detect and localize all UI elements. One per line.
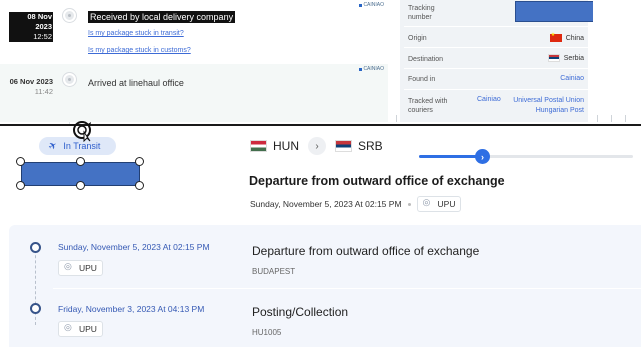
top-screenshot-section: 08 Nov 2023 12:52 Received by local deli… — [0, 0, 641, 125]
ruler-tick — [625, 115, 626, 122]
carrier-chip: UPU — [58, 321, 103, 337]
event-date: 08 Nov 2023 12:52 — [9, 12, 53, 42]
history-location: HU1005 — [252, 328, 282, 337]
cainiao-logo-icon — [359, 3, 363, 7]
timeline-dot — [63, 9, 76, 22]
tracking-history-list: Sunday, November 5, 2023 At 02:15 PM UPU… — [9, 225, 641, 347]
destination-value-text: Serbia — [563, 54, 584, 62]
ruler-tick — [597, 115, 598, 122]
found-in-link[interactable]: Cainiao — [560, 75, 584, 82]
ruler-tick — [611, 115, 612, 122]
event-date-text: 06 Nov 2023 — [9, 77, 53, 86]
flag-hu-icon — [250, 140, 267, 152]
status-badge-text: In Transit — [63, 141, 101, 151]
event-title: Received by local delivery company — [88, 11, 236, 23]
found-in-row: Found in Cainiao — [404, 70, 588, 90]
history-carrier: UPU — [58, 259, 103, 277]
origin-label: Origin — [408, 35, 427, 42]
event-time-text: 11:42 — [34, 87, 53, 96]
history-separator — [53, 288, 641, 289]
tracking-detail-section: ✈ In Transit HUN › SRB › Departure from … — [0, 121, 641, 347]
found-in-label: Found in — [408, 76, 436, 83]
event-row: 06 Nov 2023 11:42 Arrived at linehaul of… — [0, 64, 388, 122]
event-date: 06 Nov 2023 11:42 — [9, 77, 53, 97]
right-margin — [593, 0, 641, 125]
origin-value: China — [549, 32, 584, 42]
shipment-progress-bar: › — [419, 149, 633, 164]
history-node — [30, 303, 41, 314]
event-title: Arrived at linehaul office — [88, 78, 184, 88]
flag-rs-icon — [547, 54, 560, 62]
destination-row: Destination Serbia — [404, 49, 588, 69]
event-time-text: 12:52 — [33, 32, 52, 41]
flag-cn-icon — [549, 32, 562, 42]
progress-fill — [419, 155, 483, 158]
event-source-text: CAINIAO — [363, 2, 384, 8]
carrier-chip-text: UPU — [437, 199, 456, 209]
destination-label: Destination — [408, 56, 444, 63]
origin-code: HUN — [273, 139, 299, 153]
refresh-cursor-icon — [73, 121, 91, 142]
history-date: Sunday, November 5, 2023 At 02:15 PM — [58, 242, 210, 252]
current-status-meta: Sunday, November 5, 2023 At 02:15 PM UPU — [250, 196, 462, 212]
stuck-in-customs-link[interactable]: Is my package stuck in customs? — [88, 47, 191, 54]
destination-code: SRB — [358, 139, 383, 153]
carrier-chip: UPU — [58, 260, 103, 276]
tracking-number-row: Tracking number — [404, 0, 597, 27]
flag-rs-icon — [335, 140, 352, 152]
package-info-panel: Tracking number Origin China Destination… — [400, 0, 597, 122]
tracked-with-label: Tracked with couriers — [408, 98, 448, 114]
event-source: CAINIAO — [359, 66, 384, 72]
progress-knob-icon: › — [475, 149, 490, 164]
tracking-number-label: Tracking number — [408, 5, 435, 21]
history-carrier: UPU — [58, 320, 103, 338]
event-source-text: CAINIAO — [363, 66, 384, 72]
tracked-with-row: Tracked with couriers Cainiao Universal … — [404, 91, 588, 121]
stuck-in-transit-link[interactable]: Is my package stuck in transit? — [88, 30, 184, 37]
resize-handle[interactable] — [135, 157, 144, 166]
history-node — [30, 242, 41, 253]
resize-handle[interactable] — [76, 157, 85, 166]
current-status-title: Departure from outward office of exchang… — [249, 174, 505, 188]
origin-row: Origin China — [404, 28, 588, 48]
carrier-chip-text: UPU — [79, 263, 97, 273]
event-source: CAINIAO — [359, 2, 384, 8]
event-row: 08 Nov 2023 12:52 Received by local deli… — [0, 0, 388, 64]
resize-handle[interactable] — [76, 181, 85, 190]
chevron-right-icon: › — [308, 137, 326, 155]
courier-links: Universal Postal Union Hungarian Post — [494, 96, 584, 116]
separator-dot — [407, 202, 411, 206]
upu-logo-icon — [64, 261, 74, 272]
current-status-datetime: Sunday, November 5, 2023 At 02:15 PM — [250, 199, 402, 209]
plane-icon: ✈ — [46, 139, 60, 153]
upu-logo-icon — [423, 197, 433, 208]
courier-link-hungarian-post[interactable]: Hungarian Post — [494, 106, 584, 116]
route-indicator: HUN › SRB — [250, 137, 383, 155]
resize-handle[interactable] — [135, 181, 144, 190]
resize-handle[interactable] — [16, 157, 25, 166]
destination-value: Serbia — [547, 54, 584, 62]
history-title: Departure from outward office of exchang… — [252, 244, 480, 258]
history-location: BUDAPEST — [252, 267, 296, 276]
resize-handle[interactable] — [16, 181, 25, 190]
courier-link-upu[interactable]: Universal Postal Union — [494, 96, 584, 106]
carrier-chip: UPU — [416, 196, 462, 212]
redacted-tracking-number — [515, 1, 597, 22]
ruler-tick — [396, 115, 397, 122]
origin-value-text: China — [565, 34, 584, 42]
history-date: Friday, November 3, 2023 At 04:13 PM — [58, 304, 205, 314]
upu-logo-icon — [64, 322, 74, 333]
carrier-chip-text: UPU — [79, 324, 97, 334]
history-title: Posting/Collection — [252, 305, 349, 319]
cainiao-logo-icon — [359, 67, 363, 71]
event-date-text: 08 Nov 2023 — [27, 12, 52, 31]
timeline-dot — [63, 73, 76, 86]
